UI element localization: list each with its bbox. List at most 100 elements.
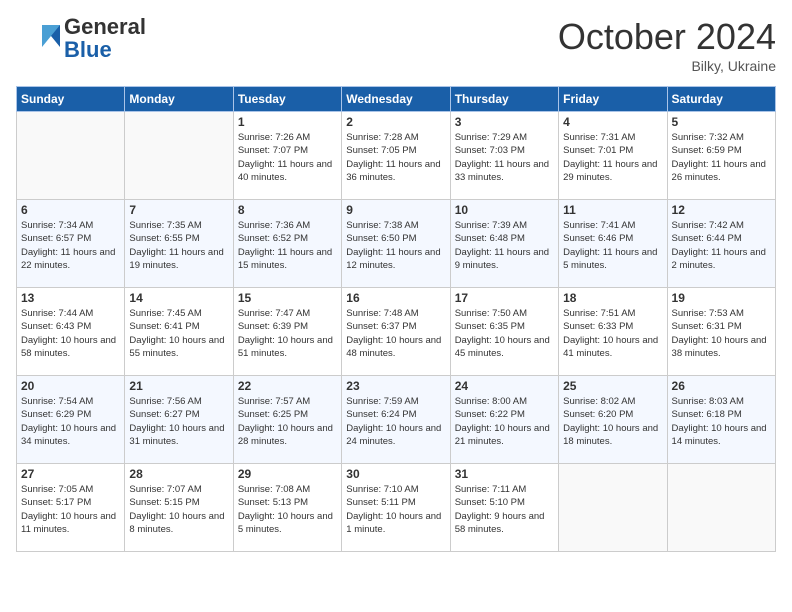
day-number: 16	[346, 291, 445, 305]
day-info: Sunrise: 7:59 AM Sunset: 6:24 PM Dayligh…	[346, 395, 445, 448]
day-number: 31	[455, 467, 554, 481]
calendar-day-cell: 21Sunrise: 7:56 AM Sunset: 6:27 PM Dayli…	[125, 376, 233, 464]
month-title: October 2024	[558, 16, 776, 58]
day-info: Sunrise: 7:32 AM Sunset: 6:59 PM Dayligh…	[672, 131, 771, 184]
calendar-day-cell: 29Sunrise: 7:08 AM Sunset: 5:13 PM Dayli…	[233, 464, 341, 552]
calendar-day-cell: 7 Sunrise: 7:35 AM Sunset: 6:55 PM Daylig…	[125, 200, 233, 288]
calendar-day-cell: 16 Sunrise: 7:48 AM Sunset: 6:37 PM Dayli…	[342, 288, 450, 376]
day-info: Sunrise: 7:48 AM Sunset: 6:37 PM Dayligh…	[346, 307, 445, 360]
calendar-week-row: 20 Sunrise: 7:54 AM Sunset: 6:29 PM Dayli…	[17, 376, 776, 464]
day-info: Sunrise: 7:54 AM Sunset: 6:29 PM Dayligh…	[21, 395, 120, 448]
day-number: 15	[238, 291, 337, 305]
day-number: 28	[129, 467, 228, 481]
day-number: 2	[346, 115, 445, 129]
day-info: Sunrise: 7:41 AM Sunset: 6:46 PM Dayligh…	[563, 219, 662, 272]
day-number: 29	[238, 467, 337, 481]
day-of-week-header: Thursday	[450, 87, 558, 112]
day-info: Sunrise: 7:31 AM Sunset: 7:01 PM Dayligh…	[563, 131, 662, 184]
day-info: Sunrise: 7:35 AM Sunset: 6:55 PM Dayligh…	[129, 219, 228, 272]
day-info: Sunrise: 8:03 AM Sunset: 6:18 PM Dayligh…	[672, 395, 771, 448]
calendar-header-row: SundayMondayTuesdayWednesdayThursdayFrid…	[17, 87, 776, 112]
day-number: 1	[238, 115, 337, 129]
calendar-day-cell: 13 Sunrise: 7:44 AM Sunset: 6:43 PM Dayli…	[17, 288, 125, 376]
day-info: Sunrise: 7:45 AM Sunset: 6:41 PM Dayligh…	[129, 307, 228, 360]
day-number: 19	[672, 291, 771, 305]
location: Bilky, Ukraine	[558, 58, 776, 74]
calendar-day-cell: 8 Sunrise: 7:36 AM Sunset: 6:52 PM Daylig…	[233, 200, 341, 288]
calendar-day-cell: 11Sunrise: 7:41 AM Sunset: 6:46 PM Dayli…	[559, 200, 667, 288]
day-number: 20	[21, 379, 120, 393]
calendar-day-cell: 5 Sunrise: 7:32 AM Sunset: 6:59 PM Daylig…	[667, 112, 775, 200]
calendar-day-cell: 12 Sunrise: 7:42 AM Sunset: 6:44 PM Dayli…	[667, 200, 775, 288]
day-info: Sunrise: 7:44 AM Sunset: 6:43 PM Dayligh…	[21, 307, 120, 360]
calendar-day-cell: 31 Sunrise: 7:11 AM Sunset: 5:10 PM Dayli…	[450, 464, 558, 552]
page-header: GeneralBlue October 2024 Bilky, Ukraine	[16, 16, 776, 74]
logo-icon	[16, 17, 60, 61]
day-number: 3	[455, 115, 554, 129]
day-info: Sunrise: 7:11 AM Sunset: 5:10 PM Dayligh…	[455, 483, 554, 536]
day-number: 13	[21, 291, 120, 305]
day-info: Sunrise: 7:50 AM Sunset: 6:35 PM Dayligh…	[455, 307, 554, 360]
calendar-day-cell: 9 Sunrise: 7:38 AM Sunset: 6:50 PM Daylig…	[342, 200, 450, 288]
calendar-week-row: 13 Sunrise: 7:44 AM Sunset: 6:43 PM Dayli…	[17, 288, 776, 376]
day-info: Sunrise: 7:53 AM Sunset: 6:31 PM Dayligh…	[672, 307, 771, 360]
day-info: Sunrise: 7:34 AM Sunset: 6:57 PM Dayligh…	[21, 219, 120, 272]
day-number: 23	[346, 379, 445, 393]
day-of-week-header: Wednesday	[342, 87, 450, 112]
calendar-day-cell: 3Sunrise: 7:29 AM Sunset: 7:03 PM Daylig…	[450, 112, 558, 200]
day-of-week-header: Tuesday	[233, 87, 341, 112]
calendar-day-cell: 26Sunrise: 8:03 AM Sunset: 6:18 PM Dayli…	[667, 376, 775, 464]
logo-text: GeneralBlue	[64, 14, 146, 62]
day-number: 10	[455, 203, 554, 217]
title-block: October 2024 Bilky, Ukraine	[558, 16, 776, 74]
day-number: 25	[563, 379, 662, 393]
calendar-day-cell: 6 Sunrise: 7:34 AM Sunset: 6:57 PM Daylig…	[17, 200, 125, 288]
day-number: 9	[346, 203, 445, 217]
day-info: Sunrise: 8:00 AM Sunset: 6:22 PM Dayligh…	[455, 395, 554, 448]
day-number: 24	[455, 379, 554, 393]
calendar-day-cell: 2 Sunrise: 7:28 AM Sunset: 7:05 PM Daylig…	[342, 112, 450, 200]
day-info: Sunrise: 7:39 AM Sunset: 6:48 PM Dayligh…	[455, 219, 554, 272]
calendar-day-cell: 10 Sunrise: 7:39 AM Sunset: 6:48 PM Dayli…	[450, 200, 558, 288]
day-info: Sunrise: 7:26 AM Sunset: 7:07 PM Dayligh…	[238, 131, 337, 184]
day-info: Sunrise: 7:56 AM Sunset: 6:27 PM Dayligh…	[129, 395, 228, 448]
day-number: 8	[238, 203, 337, 217]
calendar-day-cell	[559, 464, 667, 552]
day-info: Sunrise: 7:51 AM Sunset: 6:33 PM Dayligh…	[563, 307, 662, 360]
day-info: Sunrise: 7:38 AM Sunset: 6:50 PM Dayligh…	[346, 219, 445, 272]
day-info: Sunrise: 7:57 AM Sunset: 6:25 PM Dayligh…	[238, 395, 337, 448]
day-of-week-header: Sunday	[17, 87, 125, 112]
calendar-day-cell: 27 Sunrise: 7:05 AM Sunset: 5:17 PM Dayli…	[17, 464, 125, 552]
calendar-week-row: 1 Sunrise: 7:26 AM Sunset: 7:07 PM Daylig…	[17, 112, 776, 200]
day-info: Sunrise: 7:05 AM Sunset: 5:17 PM Dayligh…	[21, 483, 120, 536]
day-number: 5	[672, 115, 771, 129]
day-of-week-header: Monday	[125, 87, 233, 112]
calendar-day-cell: 20 Sunrise: 7:54 AM Sunset: 6:29 PM Dayli…	[17, 376, 125, 464]
day-number: 6	[21, 203, 120, 217]
logo: GeneralBlue	[16, 16, 146, 62]
calendar-day-cell	[125, 112, 233, 200]
day-info: Sunrise: 7:28 AM Sunset: 7:05 PM Dayligh…	[346, 131, 445, 184]
calendar-week-row: 27 Sunrise: 7:05 AM Sunset: 5:17 PM Dayli…	[17, 464, 776, 552]
day-number: 7	[129, 203, 228, 217]
day-of-week-header: Friday	[559, 87, 667, 112]
day-number: 17	[455, 291, 554, 305]
calendar-day-cell: 23 Sunrise: 7:59 AM Sunset: 6:24 PM Dayli…	[342, 376, 450, 464]
day-number: 18	[563, 291, 662, 305]
calendar-week-row: 6 Sunrise: 7:34 AM Sunset: 6:57 PM Daylig…	[17, 200, 776, 288]
calendar-day-cell: 28 Sunrise: 7:07 AM Sunset: 5:15 PM Dayli…	[125, 464, 233, 552]
calendar-day-cell	[667, 464, 775, 552]
day-of-week-header: Saturday	[667, 87, 775, 112]
day-number: 27	[21, 467, 120, 481]
calendar-day-cell: 30Sunrise: 7:10 AM Sunset: 5:11 PM Dayli…	[342, 464, 450, 552]
calendar-day-cell: 22 Sunrise: 7:57 AM Sunset: 6:25 PM Dayli…	[233, 376, 341, 464]
day-info: Sunrise: 7:10 AM Sunset: 5:11 PM Dayligh…	[346, 483, 445, 536]
day-info: Sunrise: 7:07 AM Sunset: 5:15 PM Dayligh…	[129, 483, 228, 536]
day-info: Sunrise: 7:42 AM Sunset: 6:44 PM Dayligh…	[672, 219, 771, 272]
day-info: Sunrise: 7:36 AM Sunset: 6:52 PM Dayligh…	[238, 219, 337, 272]
day-number: 22	[238, 379, 337, 393]
calendar-day-cell: 25Sunrise: 8:02 AM Sunset: 6:20 PM Dayli…	[559, 376, 667, 464]
calendar-table: SundayMondayTuesdayWednesdayThursdayFrid…	[16, 86, 776, 552]
day-number: 12	[672, 203, 771, 217]
calendar-day-cell: 4Sunrise: 7:31 AM Sunset: 7:01 PM Daylig…	[559, 112, 667, 200]
